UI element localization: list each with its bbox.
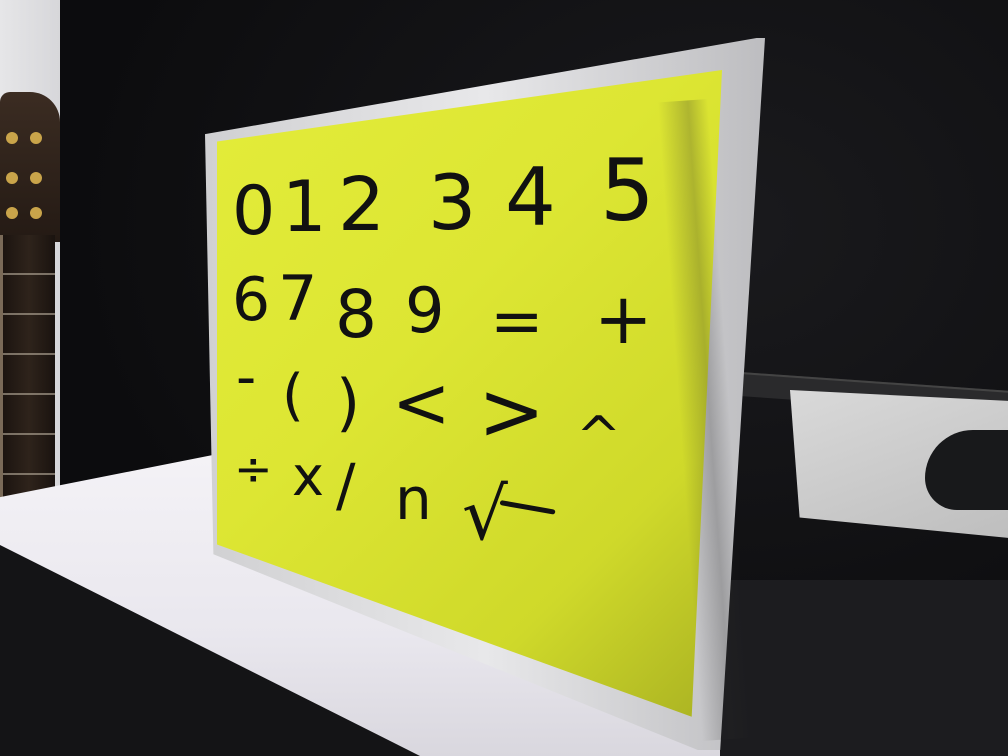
tuning-peg <box>6 132 18 144</box>
symbol-equals: = <box>490 285 544 359</box>
dark-cabinet <box>720 580 1008 756</box>
symbol-3: 3 <box>428 158 477 247</box>
symbol-greater-than: > <box>478 365 546 458</box>
symbol-2: 2 <box>338 162 386 248</box>
symbol-minus: - <box>236 345 257 410</box>
tuning-peg <box>30 172 42 184</box>
symbol-5: 5 <box>600 141 655 241</box>
symbol-plus: + <box>594 278 653 360</box>
photo-scene: 0 1 2 3 4 5 6 7 8 9 = + - ( ) < > ^ ÷ x … <box>0 0 1008 756</box>
guitar-headstock <box>0 92 60 242</box>
symbol-close-paren: ) <box>336 366 361 439</box>
symbol-0: 0 <box>232 172 276 251</box>
symbol-7: 7 <box>278 262 318 335</box>
tuning-peg <box>6 207 18 219</box>
symbol-n: n <box>395 465 432 533</box>
symbol-slash: / <box>336 451 356 519</box>
symbol-1: 1 <box>282 166 327 248</box>
symbol-square-root: √ <box>462 472 508 556</box>
symbol-less-than: < <box>392 362 451 444</box>
tuning-peg <box>30 132 42 144</box>
tuning-peg <box>6 172 18 184</box>
symbol-4: 4 <box>505 151 556 244</box>
symbol-6: 6 <box>232 265 271 335</box>
symbol-8: 8 <box>335 276 377 353</box>
symbol-times: x <box>292 445 324 508</box>
symbol-divide: ÷ <box>234 442 273 496</box>
symbol-open-paren: ( <box>282 363 304 428</box>
symbol-9: 9 <box>405 274 445 347</box>
symbol-caret: ^ <box>576 405 622 468</box>
tuning-peg <box>30 207 42 219</box>
